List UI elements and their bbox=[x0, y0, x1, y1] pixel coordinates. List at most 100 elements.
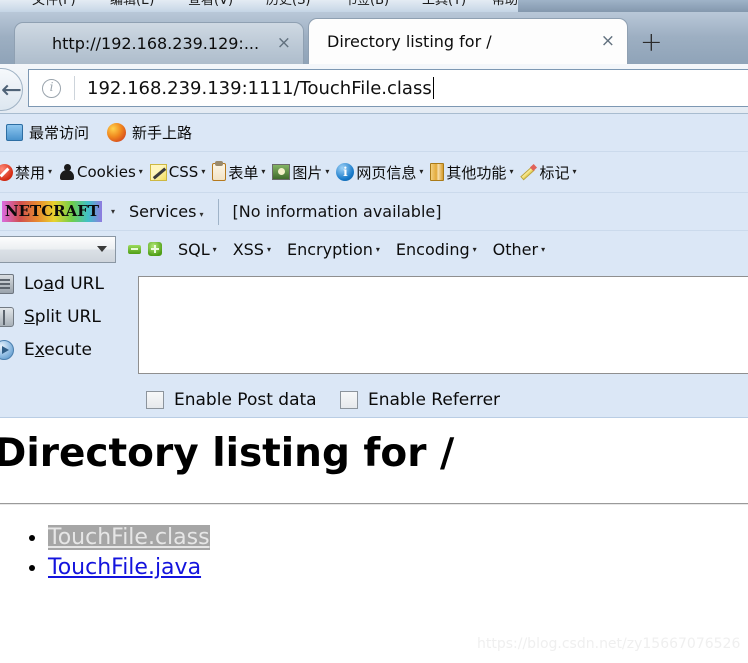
hackbar-body: Load URL Split URL Execute bbox=[0, 267, 748, 382]
new-tab-button[interactable]: + bbox=[640, 29, 663, 56]
tab-2-close-icon[interactable]: × bbox=[601, 33, 615, 50]
webdev-outline-menu[interactable]: 标记 ▾ bbox=[520, 162, 576, 183]
bookmark-getting-started-label: 新手上路 bbox=[132, 124, 193, 142]
site-info-icon[interactable]: i bbox=[42, 78, 61, 98]
watermark-text: https://blog.csdn.net/zy15667076526 bbox=[477, 636, 741, 652]
chevron-down-icon: ▾ bbox=[472, 244, 477, 254]
chevron-down-icon: ▾ bbox=[261, 167, 266, 176]
hackbar-options-row: Enable Post data Enable Referrer bbox=[0, 382, 748, 418]
checkbox-box[interactable] bbox=[146, 391, 164, 409]
file-link-touchfile-java[interactable]: TouchFile.java bbox=[48, 555, 201, 580]
firefox-icon bbox=[107, 123, 127, 142]
chevron-down-icon: ▾ bbox=[375, 244, 380, 254]
page-content: Directory listing for / TouchFile.class … bbox=[0, 419, 748, 663]
hackbar-other-label: Other bbox=[492, 239, 539, 259]
load-url-label: Load URL bbox=[24, 274, 104, 294]
enable-referrer-checkbox[interactable]: Enable Referrer bbox=[340, 390, 500, 410]
webdev-forms-menu[interactable]: 表单 ▾ bbox=[212, 161, 266, 183]
list-item[interactable]: TouchFile.class bbox=[48, 523, 210, 553]
hackbar-sql-menu[interactable]: SQL ▾ bbox=[178, 240, 217, 259]
hackbar-xss-label: XSS bbox=[232, 239, 264, 259]
netcraft-services-menu[interactable]: Services ▾ bbox=[129, 202, 203, 221]
webdev-images-label: 图片 bbox=[292, 163, 323, 182]
netcraft-logo[interactable]: NETCRAFT bbox=[2, 201, 102, 222]
webdev-miscellaneous-menu[interactable]: 其他功能 ▾ bbox=[430, 162, 513, 183]
information-icon: i bbox=[336, 163, 355, 181]
green-leaf-icon bbox=[25, 35, 43, 53]
hackbar-type-select[interactable]: NT bbox=[0, 235, 116, 263]
execute-label: Execute bbox=[24, 340, 93, 360]
menu-item-file[interactable]: 文件(F) bbox=[32, 0, 76, 8]
browser-tab-2[interactable]: Directory listing for / × bbox=[308, 18, 628, 64]
tab-2-title: Directory listing for / bbox=[327, 32, 492, 51]
webdev-images-menu[interactable]: 图片 ▾ bbox=[272, 162, 329, 183]
chevron-down-icon: ▾ bbox=[541, 244, 546, 254]
chevron-down-icon: ▾ bbox=[419, 167, 424, 176]
hackbar-toolbar: NT SQL ▾ XSS ▾ Encryption ▾ Encoding ▾ O… bbox=[0, 231, 748, 267]
menu-item-history[interactable]: 历史(S) bbox=[266, 0, 310, 8]
hackbar-other-menu[interactable]: Other ▾ bbox=[493, 240, 545, 259]
outline-icon bbox=[520, 164, 537, 181]
menu-item-bookmarks[interactable]: 书签(B) bbox=[344, 0, 389, 8]
split-url-button[interactable]: Split URL bbox=[0, 302, 101, 332]
menu-item-edit[interactable]: 编辑(E) bbox=[110, 0, 154, 8]
chevron-down-icon: ▾ bbox=[509, 167, 514, 176]
hackbar-encoding-label: Encoding bbox=[395, 239, 470, 259]
execute-icon bbox=[0, 340, 14, 360]
chevron-down-icon: ▾ bbox=[325, 167, 330, 176]
chevron-down-icon: ▾ bbox=[212, 244, 217, 254]
hackbar-xss-menu[interactable]: XSS ▾ bbox=[233, 240, 271, 259]
address-bar-input[interactable]: 192.168.239.139:1111/TouchFile.class bbox=[87, 78, 432, 99]
css-icon bbox=[149, 163, 167, 181]
menu-item-view[interactable]: 查看(V) bbox=[188, 0, 233, 8]
webdev-cookies-label: Cookies bbox=[77, 163, 136, 181]
list-item[interactable]: TouchFile.java bbox=[48, 553, 210, 583]
back-button[interactable]: ← bbox=[0, 68, 23, 111]
webdev-disable-menu[interactable]: 禁用 ▾ bbox=[0, 162, 52, 183]
file-link-touchfile-class[interactable]: TouchFile.class bbox=[48, 525, 210, 550]
hackbar-url-textarea[interactable] bbox=[138, 276, 748, 374]
address-bar[interactable]: i 192.168.239.139:1111/TouchFile.class bbox=[28, 69, 748, 107]
chevron-down-icon: ▾ bbox=[201, 167, 206, 176]
tab-1-close-icon[interactable]: × bbox=[277, 35, 291, 52]
webdev-information-menu[interactable]: i 网页信息 ▾ bbox=[336, 162, 423, 183]
page-title: Directory listing for / bbox=[0, 431, 455, 476]
netcraft-status-text: [No information available] bbox=[232, 202, 442, 221]
checkbox-box[interactable] bbox=[340, 391, 358, 409]
hackbar-encryption-menu[interactable]: Encryption ▾ bbox=[287, 240, 380, 259]
back-arrow-icon: ← bbox=[1, 75, 22, 104]
bookmark-getting-started[interactable]: 新手上路 bbox=[107, 122, 192, 143]
enable-post-data-checkbox[interactable]: Enable Post data bbox=[146, 390, 317, 410]
hackbar-encoding-menu[interactable]: Encoding ▾ bbox=[396, 240, 477, 259]
webdev-forms-label: 表单 bbox=[228, 163, 259, 182]
webdev-disable-label: 禁用 bbox=[15, 163, 46, 182]
bookmark-most-visited-label: 最常访问 bbox=[29, 124, 90, 142]
hackbar-remove-button[interactable] bbox=[128, 244, 141, 254]
disable-icon bbox=[0, 163, 13, 181]
web-developer-toolbar: 禁用 ▾ Cookies ▾ CSS ▾ 表单 ▾ 图片 ▾ i 网页信息 ▾ … bbox=[0, 152, 748, 193]
cookies-icon bbox=[59, 163, 75, 181]
chevron-down-icon: ▾ bbox=[266, 244, 271, 254]
webdev-css-label: CSS bbox=[168, 163, 199, 181]
browser-tab-1[interactable]: http://192.168.239.129:... × bbox=[14, 22, 304, 64]
chevron-down-icon: ▾ bbox=[138, 167, 143, 176]
tab-1-title: http://192.168.239.129:... bbox=[52, 34, 260, 53]
webdev-cookies-menu[interactable]: Cookies ▾ bbox=[59, 163, 143, 181]
tab-strip: http://192.168.239.129:... × Directory l… bbox=[0, 12, 748, 64]
navigation-bar: ← i 192.168.239.139:1111/TouchFile.class bbox=[0, 64, 748, 114]
chevron-down-icon bbox=[97, 245, 107, 252]
menu-item-tools[interactable]: 工具(T) bbox=[422, 0, 466, 8]
webdev-miscellaneous-label: 其他功能 bbox=[446, 163, 507, 182]
load-url-button[interactable]: Load URL bbox=[0, 269, 104, 299]
netcraft-toolbar: NETCRAFT ▾ Services ▾ [No information ava… bbox=[0, 193, 748, 231]
miscellaneous-icon bbox=[430, 163, 445, 181]
hackbar-add-button[interactable] bbox=[148, 242, 162, 256]
address-bar-divider bbox=[74, 76, 75, 100]
chevron-down-icon: ▾ bbox=[572, 167, 577, 176]
webdev-css-menu[interactable]: CSS ▾ bbox=[149, 163, 206, 181]
chevron-down-icon[interactable]: ▾ bbox=[111, 207, 115, 216]
split-url-label: Split URL bbox=[24, 307, 101, 327]
bookmark-most-visited[interactable]: 最常访问 bbox=[6, 122, 89, 143]
execute-button[interactable]: Execute bbox=[0, 335, 92, 365]
most-visited-icon bbox=[6, 124, 23, 141]
